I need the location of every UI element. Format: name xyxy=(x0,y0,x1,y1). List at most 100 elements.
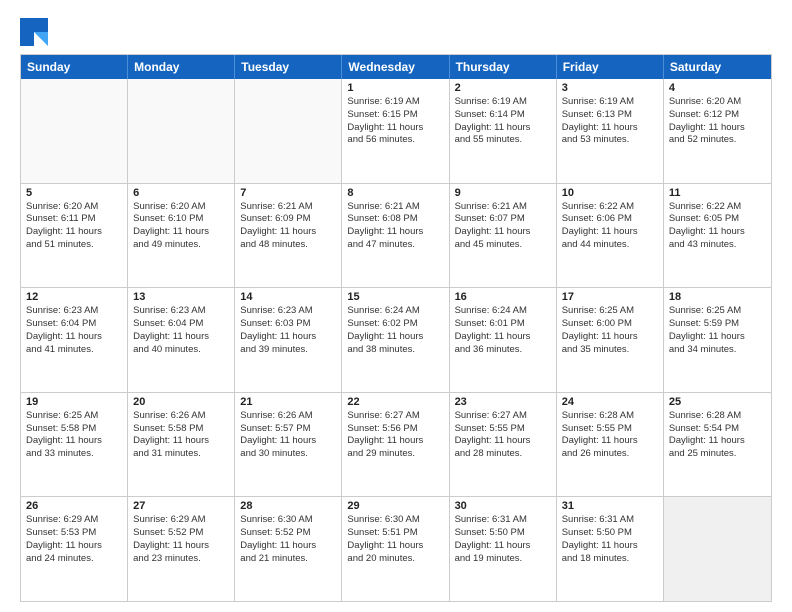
cell-line: Sunrise: 6:26 AM xyxy=(240,410,336,423)
day-number: 1 xyxy=(347,82,443,94)
cell-line: Sunset: 6:09 PM xyxy=(240,213,336,226)
calendar-cell xyxy=(664,497,771,601)
day-number: 11 xyxy=(669,187,766,199)
cell-line: Daylight: 11 hours xyxy=(133,331,229,344)
cell-line: and 48 minutes. xyxy=(240,239,336,252)
cell-line: Daylight: 11 hours xyxy=(240,226,336,239)
cell-line: and 43 minutes. xyxy=(669,239,766,252)
cell-line: and 23 minutes. xyxy=(133,553,229,566)
cell-line: Daylight: 11 hours xyxy=(347,435,443,448)
day-number: 18 xyxy=(669,291,766,303)
day-number: 30 xyxy=(455,500,551,512)
day-number: 9 xyxy=(455,187,551,199)
cell-line: and 44 minutes. xyxy=(562,239,658,252)
cell-line: and 28 minutes. xyxy=(455,448,551,461)
cell-line: Sunset: 5:51 PM xyxy=(347,527,443,540)
cell-line: and 52 minutes. xyxy=(669,134,766,147)
calendar-cell: 5Sunrise: 6:20 AMSunset: 6:11 PMDaylight… xyxy=(21,184,128,288)
day-number: 31 xyxy=(562,500,658,512)
cell-line: Sunrise: 6:28 AM xyxy=(669,410,766,423)
cell-line: Daylight: 11 hours xyxy=(347,122,443,135)
cell-line: Sunset: 5:55 PM xyxy=(562,423,658,436)
cell-line: Sunrise: 6:20 AM xyxy=(669,96,766,109)
calendar-row: 26Sunrise: 6:29 AMSunset: 5:53 PMDayligh… xyxy=(21,496,771,601)
calendar-cell: 20Sunrise: 6:26 AMSunset: 5:58 PMDayligh… xyxy=(128,393,235,497)
cell-line: Sunrise: 6:25 AM xyxy=(669,305,766,318)
cell-line: Sunrise: 6:28 AM xyxy=(562,410,658,423)
cell-line: and 33 minutes. xyxy=(26,448,122,461)
cell-line: Sunset: 5:52 PM xyxy=(133,527,229,540)
cell-line: Sunset: 6:10 PM xyxy=(133,213,229,226)
cell-line: and 47 minutes. xyxy=(347,239,443,252)
cell-line: Sunset: 6:13 PM xyxy=(562,109,658,122)
cell-line: and 25 minutes. xyxy=(669,448,766,461)
calendar-cell: 9Sunrise: 6:21 AMSunset: 6:07 PMDaylight… xyxy=(450,184,557,288)
logo xyxy=(20,18,52,46)
cell-line: Sunrise: 6:22 AM xyxy=(562,201,658,214)
calendar-row: 19Sunrise: 6:25 AMSunset: 5:58 PMDayligh… xyxy=(21,392,771,497)
day-number: 23 xyxy=(455,396,551,408)
day-number: 10 xyxy=(562,187,658,199)
calendar-cell: 12Sunrise: 6:23 AMSunset: 6:04 PMDayligh… xyxy=(21,288,128,392)
day-number: 26 xyxy=(26,500,122,512)
cell-line: Sunset: 6:12 PM xyxy=(669,109,766,122)
cell-line: Daylight: 11 hours xyxy=(562,435,658,448)
cell-line: Daylight: 11 hours xyxy=(347,331,443,344)
cell-line: Daylight: 11 hours xyxy=(669,226,766,239)
calendar-cell: 31Sunrise: 6:31 AMSunset: 5:50 PMDayligh… xyxy=(557,497,664,601)
calendar-cell: 1Sunrise: 6:19 AMSunset: 6:15 PMDaylight… xyxy=(342,79,449,183)
day-number: 16 xyxy=(455,291,551,303)
cell-line: Sunset: 6:01 PM xyxy=(455,318,551,331)
calendar-cell: 18Sunrise: 6:25 AMSunset: 5:59 PMDayligh… xyxy=(664,288,771,392)
weekday-header: Friday xyxy=(557,55,664,79)
calendar-cell: 2Sunrise: 6:19 AMSunset: 6:14 PMDaylight… xyxy=(450,79,557,183)
cell-line: Sunset: 6:14 PM xyxy=(455,109,551,122)
cell-line: and 56 minutes. xyxy=(347,134,443,147)
calendar-cell xyxy=(128,79,235,183)
cell-line: Sunset: 5:58 PM xyxy=(26,423,122,436)
logo-icon xyxy=(20,18,48,46)
calendar-cell: 14Sunrise: 6:23 AMSunset: 6:03 PMDayligh… xyxy=(235,288,342,392)
day-number: 12 xyxy=(26,291,122,303)
calendar-cell: 24Sunrise: 6:28 AMSunset: 5:55 PMDayligh… xyxy=(557,393,664,497)
calendar-cell: 15Sunrise: 6:24 AMSunset: 6:02 PMDayligh… xyxy=(342,288,449,392)
cell-line: Sunrise: 6:21 AM xyxy=(455,201,551,214)
cell-line: Sunrise: 6:29 AM xyxy=(26,514,122,527)
cell-line: Sunrise: 6:23 AM xyxy=(240,305,336,318)
cell-line: Sunrise: 6:30 AM xyxy=(240,514,336,527)
cell-line: and 40 minutes. xyxy=(133,344,229,357)
cell-line: Sunrise: 6:19 AM xyxy=(455,96,551,109)
cell-line: and 26 minutes. xyxy=(562,448,658,461)
day-number: 28 xyxy=(240,500,336,512)
weekday-header: Saturday xyxy=(664,55,771,79)
day-number: 5 xyxy=(26,187,122,199)
calendar-cell: 25Sunrise: 6:28 AMSunset: 5:54 PMDayligh… xyxy=(664,393,771,497)
calendar-cell: 28Sunrise: 6:30 AMSunset: 5:52 PMDayligh… xyxy=(235,497,342,601)
cell-line: Sunset: 6:03 PM xyxy=(240,318,336,331)
cell-line: Sunrise: 6:21 AM xyxy=(347,201,443,214)
calendar-body: 1Sunrise: 6:19 AMSunset: 6:15 PMDaylight… xyxy=(21,79,771,601)
cell-line: Sunset: 5:59 PM xyxy=(669,318,766,331)
cell-line: Sunset: 5:50 PM xyxy=(562,527,658,540)
weekday-header: Sunday xyxy=(21,55,128,79)
cell-line: Daylight: 11 hours xyxy=(240,435,336,448)
day-number: 13 xyxy=(133,291,229,303)
calendar-cell: 19Sunrise: 6:25 AMSunset: 5:58 PMDayligh… xyxy=(21,393,128,497)
cell-line: Sunset: 6:02 PM xyxy=(347,318,443,331)
cell-line: and 39 minutes. xyxy=(240,344,336,357)
cell-line: Sunrise: 6:20 AM xyxy=(26,201,122,214)
cell-line: Sunset: 5:58 PM xyxy=(133,423,229,436)
calendar-cell: 4Sunrise: 6:20 AMSunset: 6:12 PMDaylight… xyxy=(664,79,771,183)
cell-line: Daylight: 11 hours xyxy=(133,540,229,553)
cell-line: Sunrise: 6:19 AM xyxy=(562,96,658,109)
day-number: 2 xyxy=(455,82,551,94)
day-number: 29 xyxy=(347,500,443,512)
cell-line: and 35 minutes. xyxy=(562,344,658,357)
day-number: 3 xyxy=(562,82,658,94)
calendar-cell: 22Sunrise: 6:27 AMSunset: 5:56 PMDayligh… xyxy=(342,393,449,497)
cell-line: Sunset: 6:04 PM xyxy=(26,318,122,331)
weekday-header: Monday xyxy=(128,55,235,79)
cell-line: Daylight: 11 hours xyxy=(455,331,551,344)
cell-line: Sunrise: 6:25 AM xyxy=(562,305,658,318)
calendar-cell: 10Sunrise: 6:22 AMSunset: 6:06 PMDayligh… xyxy=(557,184,664,288)
